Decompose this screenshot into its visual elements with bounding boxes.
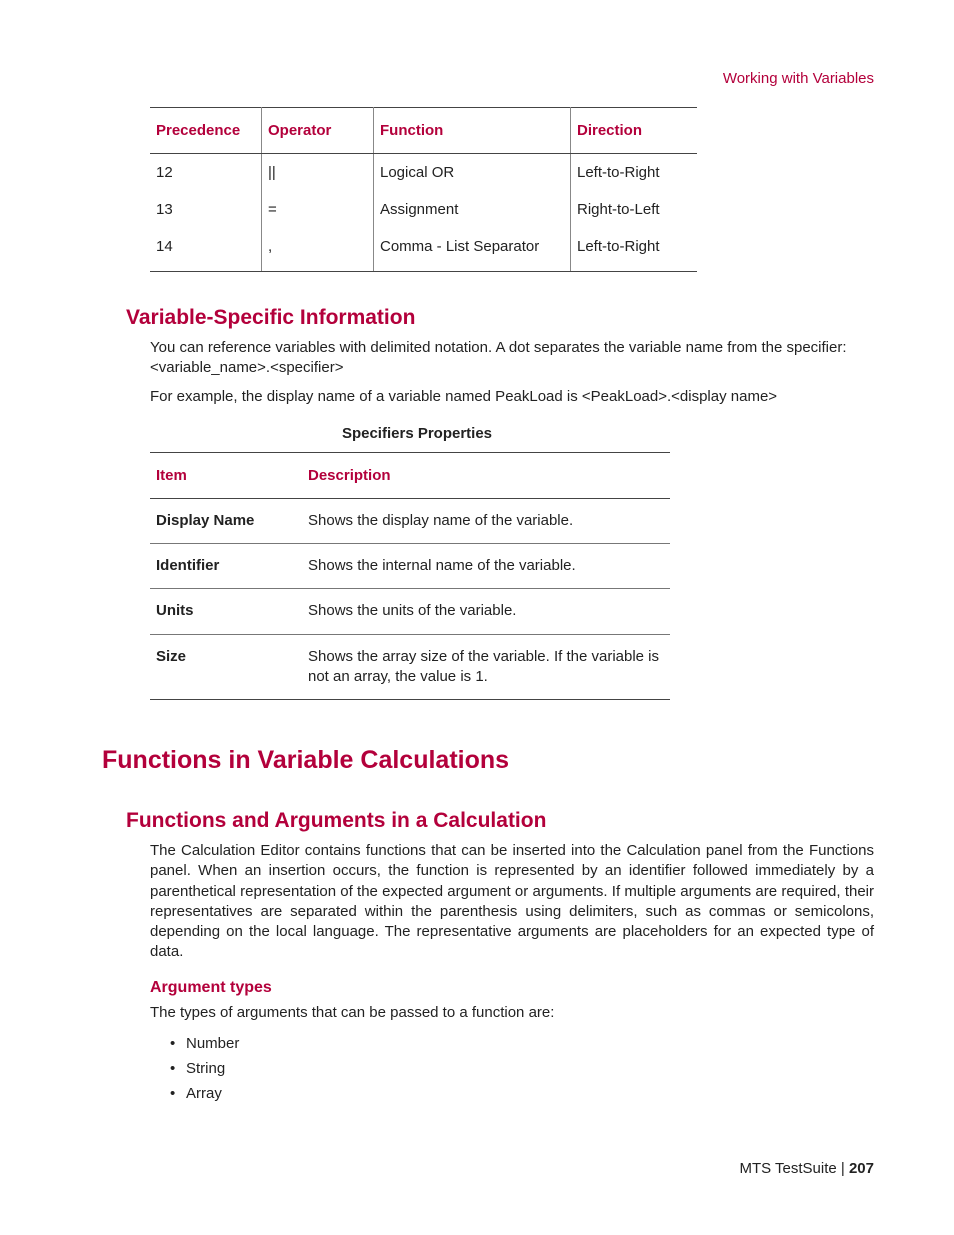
paragraph: The Calculation Editor contains function… [150, 841, 874, 963]
argument-types-list: Number String Array [150, 1031, 874, 1106]
table-row: Units Shows the units of the variable. [150, 589, 670, 634]
cell-description: Shows the internal name of the variable. [302, 544, 670, 589]
list-item: Array [170, 1081, 874, 1106]
cell-operator: , [262, 228, 374, 272]
cell-item: Size [150, 634, 302, 700]
breadcrumb: Working with Variables [80, 70, 874, 87]
list-item: Number [170, 1031, 874, 1056]
cell-operator: || [262, 154, 374, 192]
precedence-table: Precedence Operator Function Direction 1… [150, 107, 697, 272]
cell-direction: Left-to-Right [571, 154, 698, 192]
cell-function: Comma - List Separator [374, 228, 571, 272]
cell-function: Logical OR [374, 154, 571, 192]
cell-precedence: 12 [150, 154, 262, 192]
specifiers-table: Item Description Display Name Shows the … [150, 452, 670, 700]
paragraph: For example, the display name of a varia… [150, 387, 874, 407]
cell-precedence: 14 [150, 228, 262, 272]
subheading-argument-types: Argument types [150, 979, 874, 997]
section-subtitle-functions-args: Functions and Arguments in a Calculation [126, 809, 874, 833]
footer-sep: | [837, 1160, 849, 1177]
col-header-operator: Operator [262, 108, 374, 154]
cell-description: Shows the units of the variable. [302, 589, 670, 634]
page-footer: MTS TestSuite | 207 [739, 1160, 874, 1177]
table-row: Size Shows the array size of the variabl… [150, 634, 670, 700]
section-title-functions: Functions in Variable Calculations [102, 746, 874, 775]
cell-direction: Left-to-Right [571, 228, 698, 272]
cell-item: Display Name [150, 498, 302, 543]
cell-function: Assignment [374, 191, 571, 228]
col-header-precedence: Precedence [150, 108, 262, 154]
table-row: 14 , Comma - List Separator Left-to-Righ… [150, 228, 697, 272]
footer-page-number: 207 [849, 1160, 874, 1177]
table-caption: Specifiers Properties [0, 425, 874, 442]
cell-item: Units [150, 589, 302, 634]
footer-product: MTS TestSuite [739, 1160, 836, 1177]
cell-description: Shows the array size of the variable. If… [302, 634, 670, 700]
cell-item: Identifier [150, 544, 302, 589]
cell-precedence: 13 [150, 191, 262, 228]
table-header-row: Item Description [150, 452, 670, 498]
col-header-function: Function [374, 108, 571, 154]
cell-operator: = [262, 191, 374, 228]
cell-direction: Right-to-Left [571, 191, 698, 228]
table-row: 13 = Assignment Right-to-Left [150, 191, 697, 228]
section-title-variable-specific: Variable-Specific Information [126, 306, 874, 330]
list-item: String [170, 1056, 874, 1081]
paragraph: The types of arguments that can be passe… [150, 1003, 874, 1023]
col-header-description: Description [302, 452, 670, 498]
cell-description: Shows the display name of the variable. [302, 498, 670, 543]
table-row: Display Name Shows the display name of t… [150, 498, 670, 543]
paragraph: You can reference variables with delimit… [150, 338, 874, 379]
col-header-item: Item [150, 452, 302, 498]
table-header-row: Precedence Operator Function Direction [150, 108, 697, 154]
table-row: 12 || Logical OR Left-to-Right [150, 154, 697, 192]
col-header-direction: Direction [571, 108, 698, 154]
table-row: Identifier Shows the internal name of th… [150, 544, 670, 589]
